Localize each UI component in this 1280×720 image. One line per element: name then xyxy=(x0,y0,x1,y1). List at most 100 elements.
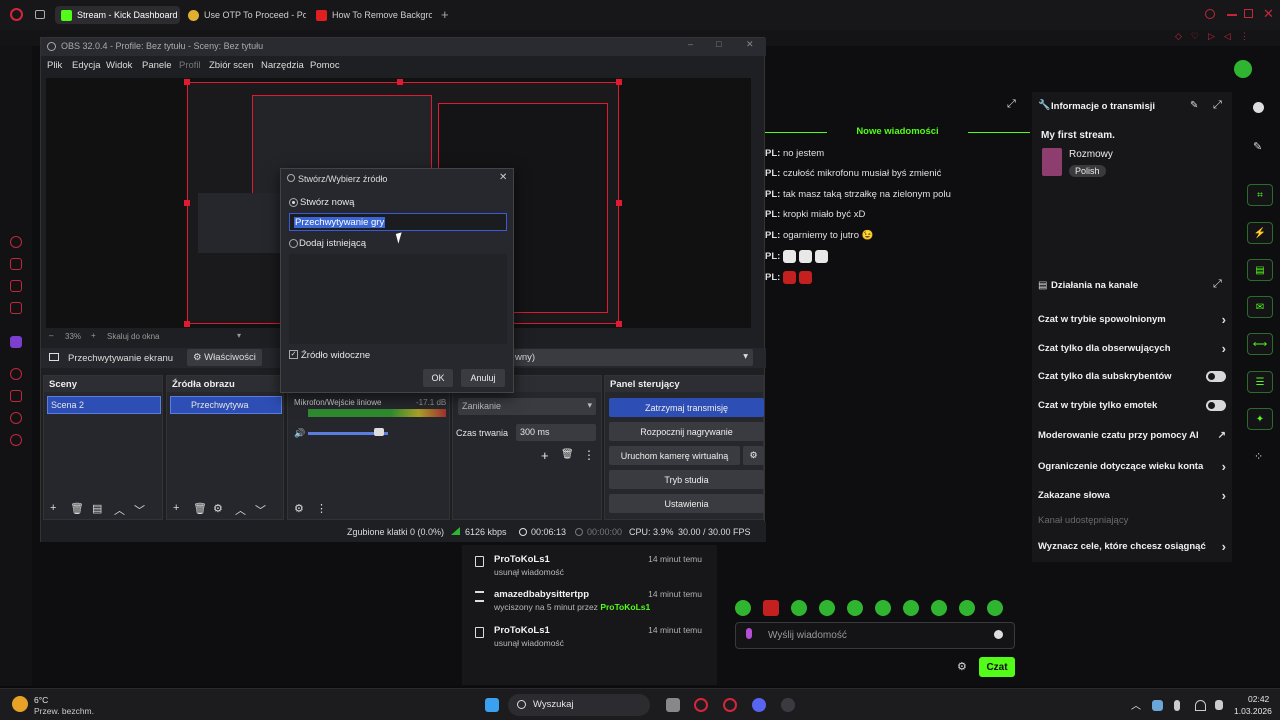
mixer-settings-icon[interactable]: ⚙ xyxy=(294,502,304,515)
info-circle-icon[interactable] xyxy=(1253,102,1264,113)
emote-icon[interactable] xyxy=(987,600,1003,616)
action-slow-mode[interactable]: Czat w trybie spowolnionym › xyxy=(1038,312,1226,327)
add-icon[interactable]: + xyxy=(50,502,56,514)
log-detail-by[interactable]: ProToKoLs1 xyxy=(600,602,650,612)
source-toolbar-dropdown[interactable]: wny) ▾ xyxy=(511,349,753,366)
emote-icon[interactable] xyxy=(819,600,835,616)
opera-logo-icon[interactable] xyxy=(10,8,23,21)
minimize-icon[interactable] xyxy=(1227,14,1237,16)
emote-only-toggle[interactable] xyxy=(1206,400,1226,411)
send-chat-button[interactable]: Czat xyxy=(979,657,1015,677)
quick-action-wrench[interactable]: ✦ xyxy=(1247,408,1273,430)
close-icon[interactable]: ✕ xyxy=(1263,6,1274,22)
scene-item[interactable]: Scena 2 xyxy=(47,396,161,414)
menu-docks[interactable]: Panele xyxy=(142,60,172,71)
cancel-button[interactable]: Anuluj xyxy=(461,369,505,387)
action-followers-only[interactable]: Czat tylko dla obserwujących › xyxy=(1038,341,1226,356)
zoom-out-icon[interactable]: – xyxy=(49,331,53,340)
virtual-camera-button[interactable]: Uruchom kamerę wirtualną xyxy=(609,446,740,465)
volume-slider-handle[interactable] xyxy=(374,428,384,436)
visible-checkbox[interactable]: ✓ xyxy=(289,350,298,359)
maximize-icon[interactable] xyxy=(1244,9,1253,18)
history-icon[interactable] xyxy=(10,412,22,424)
twitch-icon[interactable] xyxy=(10,336,22,348)
emote-icon[interactable] xyxy=(875,600,891,616)
settings-button[interactable]: Ustawienia xyxy=(609,494,764,513)
tab-otp[interactable]: Use OTP To Proceed - Po xyxy=(188,6,306,24)
properties-button[interactable]: ⚙ Właściwości xyxy=(187,349,262,366)
sidebar-icon-3[interactable] xyxy=(10,280,22,292)
sidebar-icon-1[interactable] xyxy=(10,236,22,248)
log-user[interactable]: ProToKoLs1 xyxy=(494,554,550,565)
up-icon[interactable]: ︿ xyxy=(235,502,246,518)
settings-icon[interactable] xyxy=(10,434,22,446)
add-existing-label[interactable]: Dodaj istniejącą xyxy=(299,238,366,249)
action-goals[interactable]: Wyznacz cele, które chcesz osiągnąć › xyxy=(1038,539,1226,554)
add-transition-icon[interactable]: + xyxy=(541,448,549,463)
trash-icon[interactable]: 🗑 xyxy=(561,449,574,460)
dialog-close-icon[interactable]: ✕ xyxy=(499,172,507,183)
more-icon[interactable]: ⋮ xyxy=(316,502,327,515)
source-item[interactable]: Przechwytywa xyxy=(170,396,282,414)
subscribers-only-toggle[interactable] xyxy=(1206,371,1226,382)
expand-icon[interactable]: ⤢ xyxy=(1213,278,1222,291)
menu-view[interactable]: Widok xyxy=(106,60,132,71)
tray-icon-1[interactable] xyxy=(1152,700,1163,711)
add-existing-radio[interactable] xyxy=(289,239,298,248)
create-new-radio[interactable] xyxy=(289,198,298,207)
sidebar-icon-4[interactable] xyxy=(10,302,22,314)
chat-username[interactable]: PL: xyxy=(765,189,780,200)
menu-tools[interactable]: Narzędzia xyxy=(261,60,304,71)
emote-icon[interactable] xyxy=(903,600,919,616)
opera-gx-taskbar-icon[interactable] xyxy=(723,698,737,712)
log-user[interactable]: amazedbabysittertpp xyxy=(494,589,589,600)
quick-action-list[interactable]: ☰ xyxy=(1247,371,1273,393)
stop-streaming-button[interactable]: Zatrzymaj transmisję xyxy=(609,398,764,417)
sidebar-icon-7[interactable] xyxy=(10,390,22,402)
quick-action-boost[interactable]: ⚡ xyxy=(1247,222,1273,244)
expand-icon[interactable]: ⤢ xyxy=(1213,99,1222,112)
emote-icon[interactable] xyxy=(735,600,751,616)
quick-action-raid[interactable]: ⟷ xyxy=(1247,333,1273,355)
down-icon[interactable]: ﹀ xyxy=(134,502,145,518)
resize-handle[interactable] xyxy=(184,321,190,327)
microphone-icon[interactable] xyxy=(746,628,752,639)
more-icon[interactable]: ⋮ xyxy=(583,448,595,462)
chat-username[interactable]: PL: xyxy=(765,251,780,262)
up-icon[interactable]: ︿ xyxy=(114,502,125,518)
create-new-label[interactable]: Stwórz nową xyxy=(300,197,354,208)
action-ai-moderation[interactable]: Moderowanie czatu przy pomocy AI ↗ xyxy=(1038,430,1226,441)
ok-button[interactable]: OK xyxy=(423,369,453,387)
zoom-dropdown-icon[interactable]: ▾ xyxy=(237,331,241,340)
studio-mode-button[interactable]: Tryb studia xyxy=(609,470,764,489)
chat-username[interactable]: PL: xyxy=(765,230,780,241)
resize-handle[interactable] xyxy=(616,79,622,85)
chat-username[interactable]: PL: xyxy=(765,168,780,179)
menu-profile[interactable]: Profil xyxy=(179,60,201,71)
task-view-icon[interactable] xyxy=(666,698,680,712)
zoom-in-icon[interactable]: + xyxy=(91,331,96,340)
trash-icon[interactable]: 🗑 xyxy=(70,502,84,515)
log-user[interactable]: ProToKoLs1 xyxy=(494,625,550,636)
sidebar-icon-6[interactable] xyxy=(10,368,22,380)
obs-maximize-icon[interactable]: □ xyxy=(716,39,721,49)
sidebar-icon-2[interactable] xyxy=(10,258,22,270)
wifi-icon[interactable] xyxy=(1195,700,1206,711)
edit-icon[interactable]: ✎ xyxy=(1190,100,1198,111)
source-name-input[interactable]: Przechwytywanie gry xyxy=(289,213,507,231)
speaker-icon[interactable]: 🔊 xyxy=(294,428,305,439)
emote-icon[interactable] xyxy=(763,600,779,616)
existing-sources-list[interactable] xyxy=(289,254,507,344)
add-icon[interactable]: + xyxy=(173,502,179,514)
menu-scene-collection[interactable]: Zbiór scen xyxy=(209,60,253,71)
clock-date[interactable]: 1.03.2026 xyxy=(1234,706,1272,716)
start-recording-button[interactable]: Rozpocznij nagrywanie xyxy=(609,422,764,441)
chat-input[interactable]: Wyślij wiadomość xyxy=(735,622,1015,649)
chat-settings-icon[interactable]: ⚙ xyxy=(957,660,967,673)
resize-handle[interactable] xyxy=(184,200,190,206)
tab-youtube[interactable]: How To Remove Backgrou xyxy=(316,6,432,24)
obs-minimize-icon[interactable]: – xyxy=(688,39,693,49)
transition-select[interactable]: Zanikanie ▾ xyxy=(458,398,596,415)
quick-action-notes[interactable]: ▤ xyxy=(1247,259,1273,281)
taskbar-search[interactable]: Wyszukaj xyxy=(508,694,650,716)
